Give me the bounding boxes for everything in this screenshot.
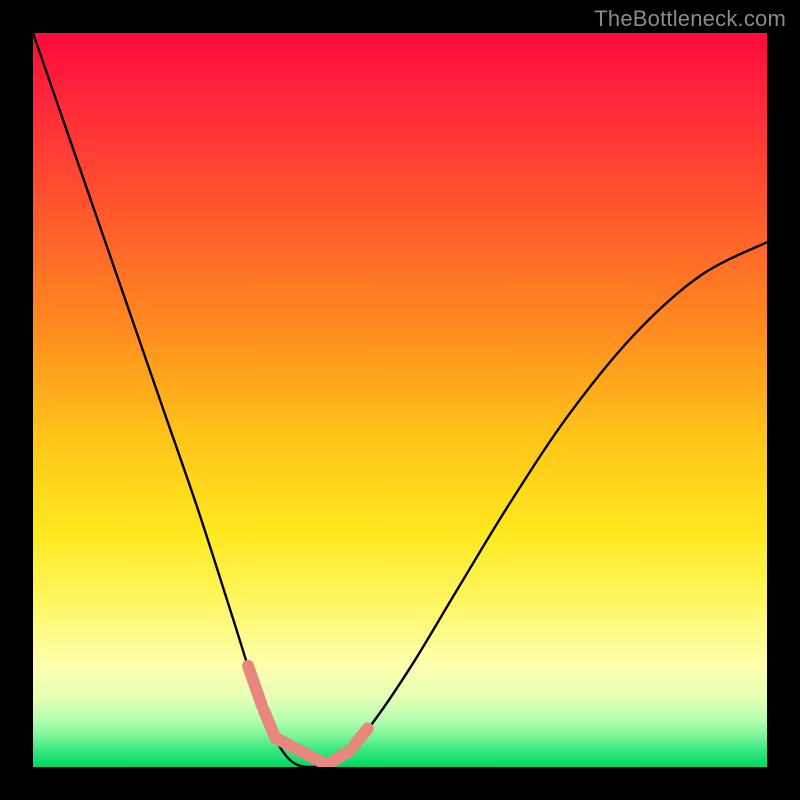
gradient-background	[33, 33, 767, 767]
plot-area	[33, 33, 767, 767]
chart-frame: TheBottleneck.com	[0, 0, 800, 800]
watermark-text: TheBottleneck.com	[594, 6, 786, 32]
plot-svg	[33, 33, 767, 767]
